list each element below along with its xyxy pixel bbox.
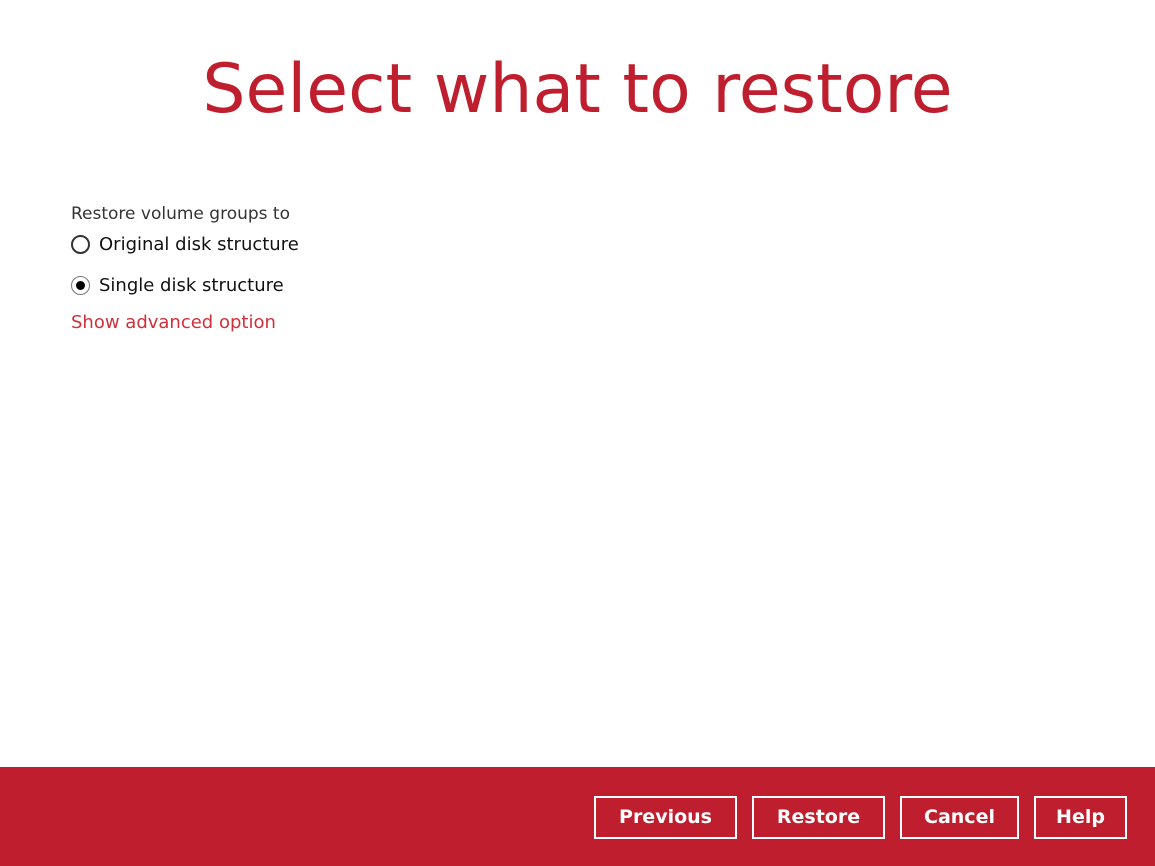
footer-bar: Previous Restore Cancel Help	[0, 767, 1155, 866]
previous-button[interactable]: Previous	[594, 796, 737, 839]
radio-original-disk-structure[interactable]: Original disk structure	[71, 231, 299, 257]
cancel-button[interactable]: Cancel	[900, 796, 1019, 839]
radio-single-disk-structure[interactable]: Single disk structure	[71, 272, 299, 298]
restore-button[interactable]: Restore	[752, 796, 885, 839]
radio-single-disk-structure-label: Single disk structure	[99, 274, 284, 296]
radio-original-disk-structure-label: Original disk structure	[99, 233, 299, 255]
help-button[interactable]: Help	[1034, 796, 1127, 839]
radio-checked-icon[interactable]	[71, 275, 90, 295]
radio-unchecked-icon[interactable]	[71, 234, 90, 254]
show-advanced-option-link[interactable]: Show advanced option	[71, 312, 276, 333]
page-title: Select what to restore	[202, 50, 953, 129]
restore-volume-groups-section: Restore volume groups to Original disk s…	[71, 203, 299, 333]
restore-volume-groups-label: Restore volume groups to	[71, 204, 290, 224]
